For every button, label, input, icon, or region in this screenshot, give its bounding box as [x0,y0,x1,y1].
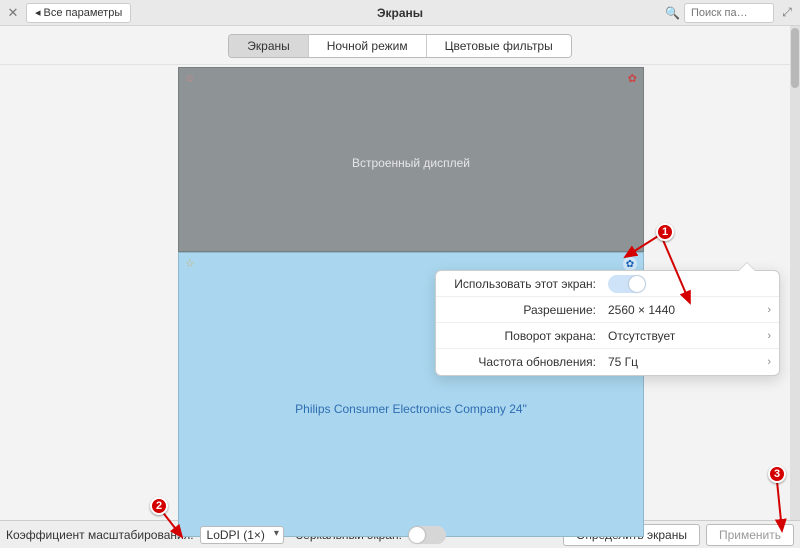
close-icon[interactable]: ✕ [4,4,22,22]
mirror-toggle[interactable] [408,526,446,544]
search-icon: 🔍 [665,6,680,20]
display-builtin[interactable]: ☆ ✿ Встроенный дисплей [178,67,644,252]
resolution-label: Разрешение: [436,303,604,317]
star-icon: ☆ [185,257,195,270]
resolution-value[interactable]: 2560 × 1440 › [604,303,779,317]
display-external-label: Philips Consumer Electronics Company 24" [179,402,643,416]
rotation-value[interactable]: Отсутствует › [604,329,779,343]
apply-button[interactable]: Применить [706,524,794,546]
row-refresh[interactable]: Частота обновления: 75 Гц › [436,349,779,375]
gear-icon[interactable]: ✿ [628,72,637,85]
row-use-display: Использовать этот экран: [436,271,779,297]
vertical-scrollbar[interactable] [790,26,800,520]
use-display-toggle[interactable] [608,275,646,293]
titlebar: ✕ ◂ Все параметры Экраны 🔍 ⤢ [0,0,800,26]
display-settings-popover: Использовать этот экран: Разрешение: 256… [435,270,780,376]
tab-night-mode[interactable]: Ночной режим [309,35,427,57]
chevron-right-icon: › [767,330,771,342]
expand-icon[interactable]: ⤢ [778,4,796,22]
rotation-label: Поворот экрана: [436,329,604,343]
settings-window: ✕ ◂ Все параметры Экраны 🔍 ⤢ Экраны Ночн… [0,0,800,548]
tabs: Экраны Ночной режим Цветовые фильтры [228,34,571,58]
tab-bar: Экраны Ночной режим Цветовые фильтры [0,26,800,64]
scale-factor-select[interactable]: LoDPI (1×) [200,526,284,544]
annotation-marker-3: 3 [768,465,786,483]
tab-color-filters[interactable]: Цветовые фильтры [427,35,571,57]
search-input[interactable] [684,3,774,23]
chevron-right-icon: › [767,356,771,368]
refresh-value[interactable]: 75 Гц › [604,355,779,369]
scrollbar-thumb[interactable] [791,28,799,88]
annotation-marker-2: 2 [150,497,168,515]
row-rotation[interactable]: Поворот экрана: Отсутствует › [436,323,779,349]
use-display-label: Использовать этот экран: [436,277,604,291]
tab-displays[interactable]: Экраны [229,35,308,57]
annotation-marker-1: 1 [656,223,674,241]
display-arrangement-area[interactable]: ☆ ✿ Встроенный дисплей ☆ ✿ Philips Consu… [0,64,800,520]
chevron-left-icon: ◂ [35,6,41,19]
refresh-label: Частота обновления: [436,355,604,369]
star-icon: ☆ [185,72,195,85]
display-builtin-label: Встроенный дисплей [179,156,643,170]
gear-icon[interactable]: ✿ [623,257,637,271]
back-label: Все параметры [44,7,123,19]
chevron-right-icon: › [767,304,771,316]
row-resolution[interactable]: Разрешение: 2560 × 1440 › [436,297,779,323]
back-button[interactable]: ◂ Все параметры [26,3,131,23]
scale-factor-label: Коэффициент масштабирования: [6,528,194,542]
